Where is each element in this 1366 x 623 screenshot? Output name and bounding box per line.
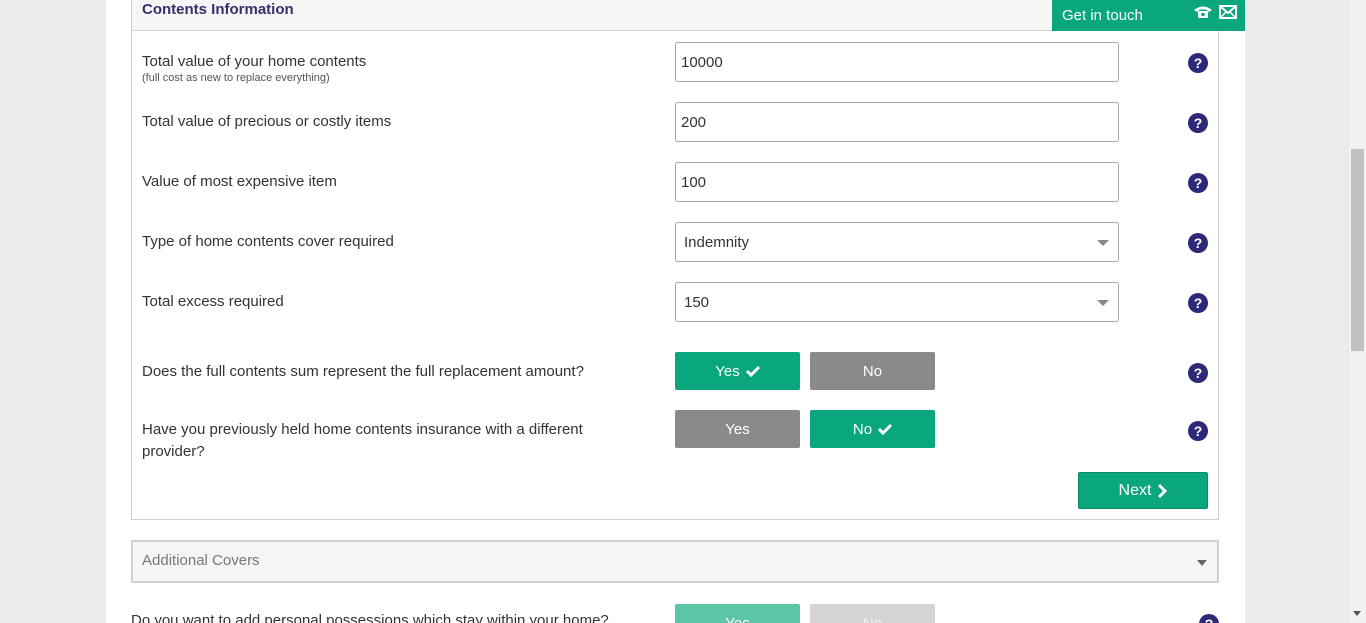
previous-insurance-line1: Have you previously held home contents i… [142, 421, 583, 438]
no-label: No [852, 420, 873, 438]
help-icon-most-expensive[interactable]: ? [1188, 173, 1208, 193]
previous-insurance-line2: provider? [142, 443, 205, 460]
yes-label: Yes [715, 362, 740, 380]
total-contents-label: Total value of your home contents [142, 53, 367, 70]
chevron-right-icon [1158, 483, 1168, 498]
yes-label: Yes [725, 420, 750, 438]
next-button[interactable]: Next [1078, 472, 1208, 509]
excess-value: 150 [684, 294, 710, 311]
no-label: No [862, 362, 883, 380]
most-expensive-item-input[interactable]: 100 [675, 162, 1119, 202]
scroll-down-arrow-icon[interactable] [1353, 611, 1361, 616]
check-icon [745, 365, 760, 377]
cover-type-select[interactable]: Indemnity [675, 222, 1119, 262]
personal-possessions-yes-button[interactable]: Yes [675, 604, 800, 623]
total-contents-input[interactable]: 10000 [675, 42, 1119, 82]
scrollbar-thumb[interactable] [1351, 149, 1364, 351]
excess-select[interactable]: 150 [675, 282, 1119, 322]
section-title: Contents Information [142, 1, 294, 18]
cover-type-value: Indemnity [684, 234, 750, 251]
full-replacement-yes-button[interactable]: Yes [675, 352, 800, 390]
excess-label: Total excess required [142, 293, 284, 310]
previous-insurance-question: Have you previously held home contents i… [142, 419, 583, 463]
additional-covers-title: Additional Covers [142, 552, 260, 569]
chevron-down-icon [1097, 300, 1109, 306]
previous-insurance-yes-button[interactable]: Yes [675, 410, 800, 448]
most-expensive-item-label: Value of most expensive item [142, 173, 337, 190]
help-icon-full-replacement[interactable]: ? [1188, 363, 1208, 383]
help-icon-cover-type[interactable]: ? [1188, 233, 1208, 253]
personal-possessions-no-button[interactable]: No [810, 604, 935, 623]
envelope-icon [1219, 5, 1237, 19]
total-contents-sublabel: (full cost as new to replace everything) [142, 72, 330, 84]
help-icon-excess[interactable]: ? [1188, 293, 1208, 313]
phone-icon [1194, 6, 1212, 18]
get-in-touch-label: Get in touch [1062, 7, 1143, 24]
get-in-touch-button[interactable]: Get in touch [1052, 0, 1245, 31]
yes-label: Yes [725, 614, 750, 623]
personal-possessions-question: Do you want to add personal possessions … [131, 612, 609, 623]
precious-items-label: Total value of precious or costly items [142, 113, 392, 130]
help-icon-total-contents[interactable]: ? [1188, 53, 1208, 73]
precious-items-input[interactable]: 200 [675, 102, 1119, 142]
cover-type-label: Type of home contents cover required [142, 233, 394, 250]
full-replacement-question: Does the full contents sum represent the… [142, 363, 584, 380]
chevron-down-icon [1097, 240, 1109, 246]
help-icon-precious-items[interactable]: ? [1188, 113, 1208, 133]
no-label: No [862, 614, 883, 623]
help-icon-previous-insurance[interactable]: ? [1188, 421, 1208, 441]
check-icon [878, 423, 893, 435]
next-label: Next [1118, 481, 1152, 499]
previous-insurance-no-button[interactable]: No [810, 410, 935, 448]
chevron-down-icon [1197, 560, 1207, 566]
full-replacement-no-button[interactable]: No [810, 352, 935, 390]
additional-covers-panel[interactable] [131, 540, 1219, 583]
